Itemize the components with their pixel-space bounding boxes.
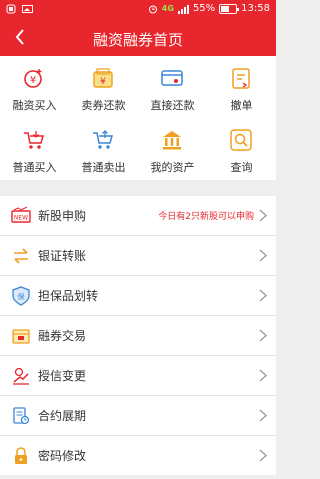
list-item-label: 担保品划转 (38, 289, 99, 303)
status-bar: 4G 55% 13:58 (0, 0, 276, 20)
list-item-contract-extension[interactable]: 合约展期 (0, 396, 276, 436)
regular-buy-icon (24, 131, 44, 149)
grid-label: 直接还款 (150, 99, 195, 112)
svg-text:保: 保 (18, 292, 25, 301)
gallery-notification-icon (22, 5, 33, 13)
chevron-right-icon (259, 449, 267, 462)
chevron-right-icon (259, 209, 267, 222)
grid-label: 融资买入 (12, 99, 57, 112)
signal-icon (177, 4, 189, 14)
regular-sell-button[interactable]: 普通卖出 (69, 118, 138, 180)
network-type: 4G (161, 4, 174, 13)
regular-buy-button[interactable]: 普通买入 (0, 118, 69, 180)
page-title: 融资融券首页 (92, 31, 183, 49)
regular-sell-icon (93, 130, 113, 149)
battery-icon (219, 3, 240, 14)
grid-label: 普通卖出 (81, 161, 126, 174)
query-icon (230, 129, 252, 151)
assets-icon (163, 131, 181, 150)
contract-extension-icon (13, 407, 30, 425)
direct-repay-icon (161, 70, 183, 86)
list-item-new-stock[interactable]: NEW 新股申购 今日有2只新股可以申购 (0, 196, 276, 236)
direct-repay-button[interactable]: 直接还款 (138, 56, 207, 118)
svg-text:NEW: NEW (14, 215, 28, 222)
financing-buy-icon: ¥ (24, 69, 42, 88)
new-stock-icon: NEW (11, 206, 31, 223)
cancel-order-icon (232, 68, 250, 89)
list-item-collateral[interactable]: 保 担保品划转 (0, 276, 276, 316)
grid-label: 普通买入 (12, 161, 57, 174)
credit-change-icon (13, 367, 29, 385)
list-item-credit-change[interactable]: 授信变更 (0, 356, 276, 396)
feature-list: NEW 新股申购 今日有2只新股可以申购 银证转账 保 担保品划转 融券交易 授… (0, 196, 276, 475)
new-stock-notice: 今日有2只新股可以申购 (158, 212, 254, 222)
chevron-right-icon (259, 409, 267, 422)
sell-repay-icon: ¥ (93, 68, 113, 88)
securities-lending-icon (12, 329, 30, 344)
list-item-label: 合约展期 (38, 409, 87, 423)
cancel-order-button[interactable]: 撤单 (207, 56, 276, 118)
grid-label: 撤单 (230, 99, 253, 112)
grid-label: 我的资产 (150, 161, 195, 174)
list-item-label: 授信变更 (38, 369, 87, 383)
list-item-bank-transfer[interactable]: 银证转账 (0, 236, 276, 276)
transfer-icon (14, 248, 28, 264)
list-item-label: 融券交易 (38, 329, 87, 343)
grid-label: 查询 (230, 161, 253, 174)
financing-buy-button[interactable]: ¥ 融资买入 (0, 56, 69, 118)
my-assets-button[interactable]: 我的资产 (138, 118, 207, 180)
alarm-icon (148, 5, 157, 13)
chevron-right-icon (259, 249, 267, 262)
list-item-label: 密码修改 (38, 449, 87, 463)
chevron-right-icon (259, 369, 267, 382)
list-item-change-password[interactable]: 密码修改 (0, 436, 276, 475)
collateral-icon: 保 (12, 286, 30, 306)
list-item-label: 新股申购 (38, 209, 87, 223)
header: 融资融券首页 (0, 20, 276, 56)
chevron-right-icon (259, 289, 267, 302)
lock-icon (15, 447, 27, 464)
sell-repay-button[interactable]: ¥ 卖券还款 (69, 56, 138, 118)
battery-percent: 55% (192, 3, 216, 14)
clock: 13:58 (241, 3, 270, 14)
list-item-securities-lending[interactable]: 融券交易 (0, 316, 276, 356)
grid-label: 卖券还款 (81, 99, 126, 112)
svg-text:¥: ¥ (30, 75, 36, 86)
app-notification-icon (6, 4, 16, 14)
shortcut-grid: ¥ 融资买入 ¥ 卖券还款 直接还款 撤单 普通买入 普通卖出 我的资产 查询 (0, 56, 276, 180)
svg-text:¥: ¥ (100, 77, 106, 87)
chevron-right-icon (259, 329, 267, 342)
list-item-label: 银证转账 (38, 249, 87, 263)
query-button[interactable]: 查询 (207, 118, 276, 180)
